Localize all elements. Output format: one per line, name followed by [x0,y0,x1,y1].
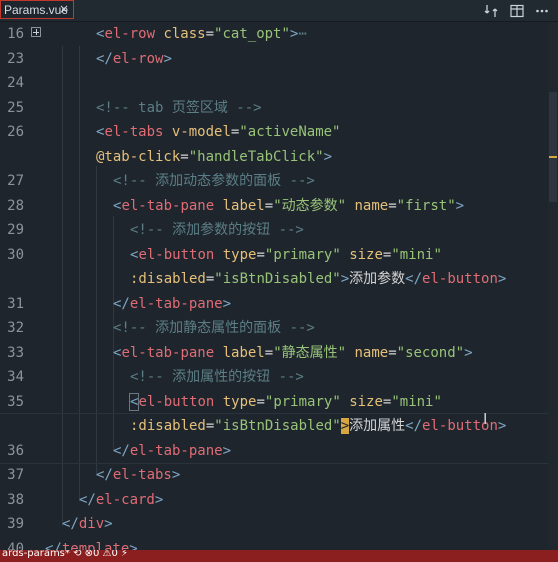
tab-params-vue[interactable]: Params.vue × [0,0,74,19]
vertical-scrollbar[interactable] [548,22,558,550]
code-line-wrapped: @tab-click="handleTabClick"> [0,145,548,170]
code-line: 35 <el-button type="primary" size="mini" [0,390,548,415]
code-line: 37 </el-tabs> [0,463,548,488]
code-comment: <!-- 添加静态属性的面板 --> [113,320,315,336]
line-number: 23 [7,50,24,67]
code-line: 27 <!-- 添加动态参数的面板 --> [0,169,548,194]
line-number: 16 [7,26,24,42]
line-number: 31 [7,295,24,312]
status-text[interactable]: ards-params* ⟲ ⊗0 ⚠0 ⚡ [2,550,128,559]
text-cursor-icon: I [483,410,488,428]
line-number: 33 [7,344,24,361]
code-line: 29 <!-- 添加参数的按钮 --> [0,218,548,243]
code-text: </el-card> [79,491,164,508]
scrollbar-position-marker [549,156,557,158]
code-text: :disabled="isBtnDisabled">添加参数</el-butto… [130,271,507,287]
code-comment: <!-- 添加动态参数的面板 --> [113,173,315,189]
code-line: 38 </el-card> [0,488,548,513]
code-text: </el-tab-pane> [113,442,232,459]
code-line: 26 <el-tabs v-model="activeName" [0,120,548,145]
line-number: 36 [7,442,24,459]
line-number: 38 [7,491,24,508]
code-text: </div> [62,516,113,532]
line-number: 24 [7,75,24,91]
code-comment: <!-- tab 页签区域 --> [96,99,262,116]
code-comment: <!-- 添加属性的按钮 --> [130,369,304,385]
folded-ellipsis[interactable]: ⋯ [298,26,306,42]
line-number: 28 [7,197,24,214]
line-number: 29 [7,222,24,238]
line-number: 26 [7,124,24,140]
code-line: 24 [0,71,548,96]
code-line: 39 </div> [0,512,548,537]
code-line: 33 <el-tab-pane label="静态属性" name="secon… [0,341,548,366]
split-editor-icon[interactable] [510,3,524,22]
code-line: 36 </el-tab-pane> [0,439,548,464]
code-line: 28 <el-tab-pane label="动态参数" name="first… [0,194,548,219]
split-compare-icon[interactable] [484,3,498,22]
line-number: 30 [7,246,24,263]
code-line: 34 <!-- 添加属性的按钮 --> [0,365,548,390]
code-line: 31 </el-tab-pane> [0,292,548,317]
code-line: 23 </el-row> [0,47,548,72]
code-text: :disabled="isBtnDisabled">添加属性</el-butto… [130,418,507,434]
line-number: 34 [7,369,24,385]
code-text: </el-tabs> [96,467,181,483]
status-bar: ards-params* ⟲ ⊗0 ⚠0 ⚡ [0,550,558,562]
code-text: </el-tab-pane> [113,295,232,312]
code-line-wrapped: :disabled="isBtnDisabled">添加属性</el-butto… [0,414,548,439]
code-line-wrapped: :disabled="isBtnDisabled">添加参数</el-butto… [0,267,548,292]
code-text: <el-button type="primary" size="mini" [130,246,442,263]
code-line: 32 <!-- 添加静态属性的面板 --> [0,316,548,341]
expand-fold-icon[interactable] [31,27,41,37]
code-text: </el-row> [96,50,172,67]
line-number: 39 [7,516,24,532]
code-text: <el-tab-pane label="动态参数" name="first"> [113,197,465,214]
code-comment: <!-- 添加参数的按钮 --> [130,222,304,238]
code-line: 16 <el-row class="cat_opt">⋯ [0,22,548,47]
code-editor[interactable]: 16 <el-row class="cat_opt">⋯ 23 </el-row… [0,22,558,557]
code-text: <el-row class="cat_opt">⋯ [96,26,307,42]
line-number: 25 [7,99,24,116]
scrollbar-thumb[interactable] [549,92,557,202]
line-number: 37 [7,467,24,483]
line-number: 35 [7,393,24,410]
code-line: 30 <el-button type="primary" size="mini" [0,243,548,268]
code-text: @tab-click="handleTabClick"> [96,148,333,165]
bracket-match-highlight: > [340,418,350,434]
close-icon[interactable]: × [59,2,69,16]
line-number: 27 [7,173,24,189]
line-number: 32 [7,320,24,336]
code-text: <el-tab-pane label="静态属性" name="second"> [113,344,473,361]
code-line: 25 <!-- tab 页签区域 --> [0,96,548,121]
editor-tab-bar: Params.vue × [0,0,558,22]
more-actions-icon[interactable] [535,3,549,22]
code-text: <el-tabs v-model="activeName" [96,124,341,140]
code-text: <el-button type="primary" size="mini" [128,392,442,411]
